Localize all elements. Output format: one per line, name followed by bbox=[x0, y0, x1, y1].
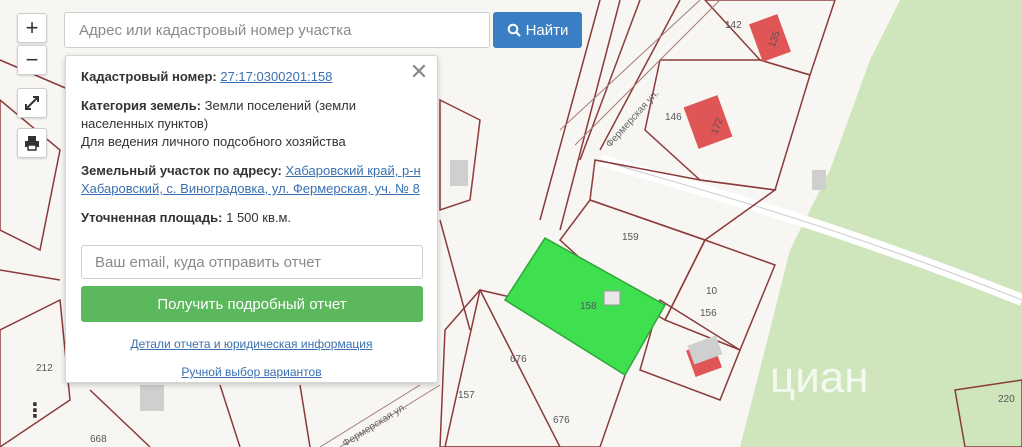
print-button[interactable] bbox=[17, 128, 47, 158]
cadastral-number-label: Кадастровый номер: bbox=[81, 69, 217, 84]
parcel-marker-icon bbox=[603, 290, 621, 306]
parcel-label: 156 bbox=[700, 308, 717, 319]
search-button-label: Найти bbox=[525, 21, 569, 39]
fullscreen-button[interactable] bbox=[17, 88, 47, 118]
watermark: циан bbox=[770, 353, 869, 402]
minus-icon: − bbox=[25, 47, 39, 72]
more-vertical-icon: ⋮ bbox=[25, 400, 45, 422]
report-details-link[interactable]: Детали отчета и юридическая информация bbox=[131, 337, 373, 351]
parcel-label: 10 bbox=[706, 286, 718, 297]
parcel-label: 668 bbox=[90, 434, 107, 445]
close-icon[interactable]: ✕ bbox=[407, 58, 431, 86]
address-label: Земельный участок по адресу: bbox=[81, 163, 282, 178]
search-input[interactable] bbox=[64, 12, 490, 48]
more-menu-button[interactable]: ⋮ bbox=[20, 396, 50, 426]
parcel-info-popup: ✕ Кадастровый номер: 27:17:0300201:158 К… bbox=[65, 55, 438, 383]
cadastral-number-link[interactable]: 27:17:0300201:158 bbox=[220, 69, 332, 84]
area-label: Уточненная площадь: bbox=[81, 210, 223, 225]
parcel-label: 676 bbox=[510, 354, 527, 365]
parcel-label: 157 bbox=[458, 390, 475, 401]
search-icon bbox=[507, 23, 521, 37]
search-button[interactable]: Найти bbox=[493, 12, 582, 48]
parcel-label: 158 bbox=[580, 301, 597, 312]
parcel-label: 220 bbox=[998, 394, 1015, 405]
land-usage-value: Для ведения личного подсобного хозяйства bbox=[81, 134, 346, 149]
plus-icon: + bbox=[25, 15, 39, 40]
parcel-label: 159 bbox=[622, 232, 639, 243]
expand-icon bbox=[25, 96, 39, 110]
area-value: 1 500 кв.м. bbox=[226, 210, 292, 225]
parcel-label: 142 bbox=[725, 20, 742, 31]
land-category-label: Категория земель: bbox=[81, 98, 202, 113]
email-field[interactable] bbox=[81, 245, 423, 279]
printer-icon bbox=[25, 136, 39, 151]
parcel-label: 212 bbox=[36, 363, 53, 374]
get-report-button[interactable]: Получить подробный отчет bbox=[81, 286, 423, 322]
manual-selection-link[interactable]: Ручной выбор вариантов bbox=[181, 365, 321, 379]
zoom-out-button[interactable]: − bbox=[17, 45, 47, 75]
parcel-label: 146 bbox=[665, 112, 682, 123]
zoom-in-button[interactable]: + bbox=[17, 13, 47, 43]
parcel-label: 676 bbox=[553, 415, 570, 426]
